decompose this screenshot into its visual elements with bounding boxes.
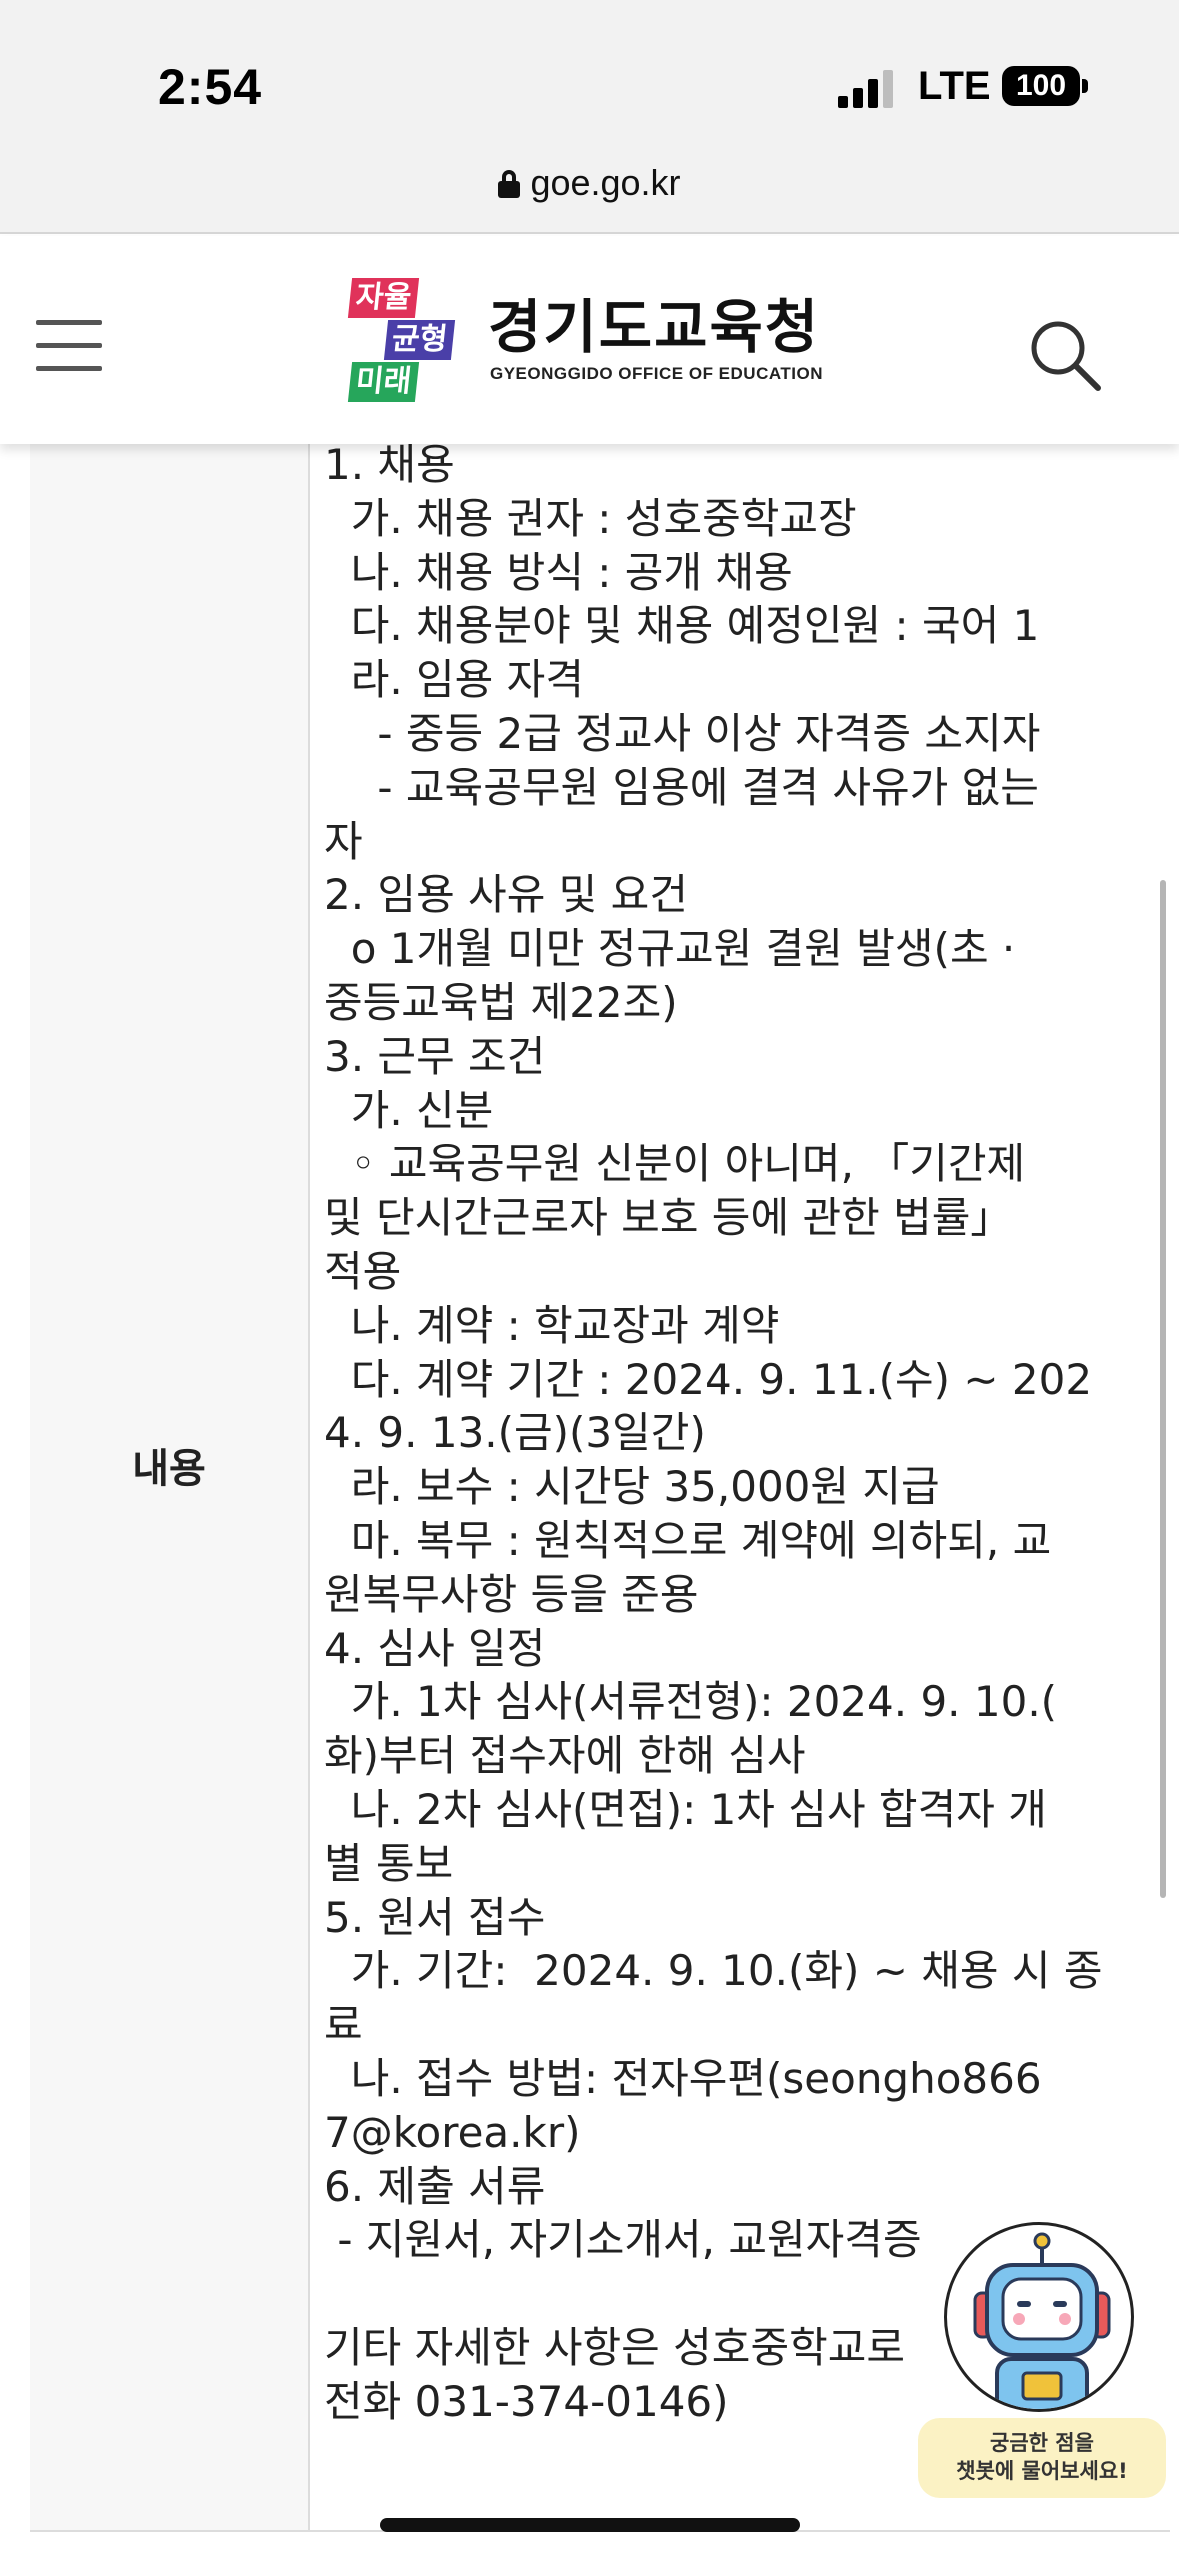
site-header: 자율 균형 미래 경기도교육청 GYEONGGIDO OFFICE OF EDU… — [0, 236, 1179, 444]
status-bar: 2:54 LTE 100 — [0, 0, 1179, 140]
page-scrollbar[interactable] — [1160, 880, 1166, 1898]
url-display[interactable]: goe.go.kr — [0, 162, 1179, 204]
battery-icon: 100 — [1002, 66, 1080, 106]
chatbot-button[interactable] — [944, 2222, 1134, 2412]
lock-icon — [498, 170, 521, 198]
logo-mark: 자율 균형 미래 — [347, 278, 470, 408]
home-indicator[interactable] — [380, 2518, 800, 2532]
chatbot-text-line2: 챗봇에 물어보세요! — [956, 2459, 1128, 2483]
chatbot-bubble[interactable]: 궁금한 점을 챗봇에 물어보세요! — [918, 2418, 1166, 2498]
battery-tip — [1082, 79, 1088, 93]
notice-body-text: 1. 채용 가. 채용 권자 : 성호중학교장 나. 채용 방식 : 공개 채용… — [324, 444, 1103, 2426]
logo-tag: 자율 — [347, 278, 420, 318]
logo-subtitle: GYEONGGIDO OFFICE OF EDUCATION — [490, 364, 823, 383]
cell-divider — [308, 444, 310, 2530]
logo-tag: 균형 — [383, 320, 456, 360]
url-text: goe.go.kr — [530, 162, 681, 203]
logo-tag: 미래 — [347, 362, 420, 402]
hamburger-menu-icon[interactable] — [36, 320, 102, 372]
chatbot-text-line1: 궁금한 점을 — [990, 2431, 1094, 2455]
network-type: LTE — [918, 64, 991, 108]
signal-strength-icon — [838, 70, 893, 108]
gyeonggi-education-logo[interactable]: 자율 균형 미래 경기도교육청 GYEONGGIDO OFFICE OF EDU… — [347, 278, 830, 408]
row-label: 내용 — [132, 1446, 206, 1492]
chatbot-robot-icon — [973, 2232, 1111, 2409]
status-time: 2:54 — [158, 59, 263, 115]
browser-url-bar[interactable]: goe.go.kr — [0, 140, 1179, 234]
search-icon[interactable] — [1024, 314, 1104, 394]
logo-title: 경기도교육청 — [488, 293, 821, 361]
